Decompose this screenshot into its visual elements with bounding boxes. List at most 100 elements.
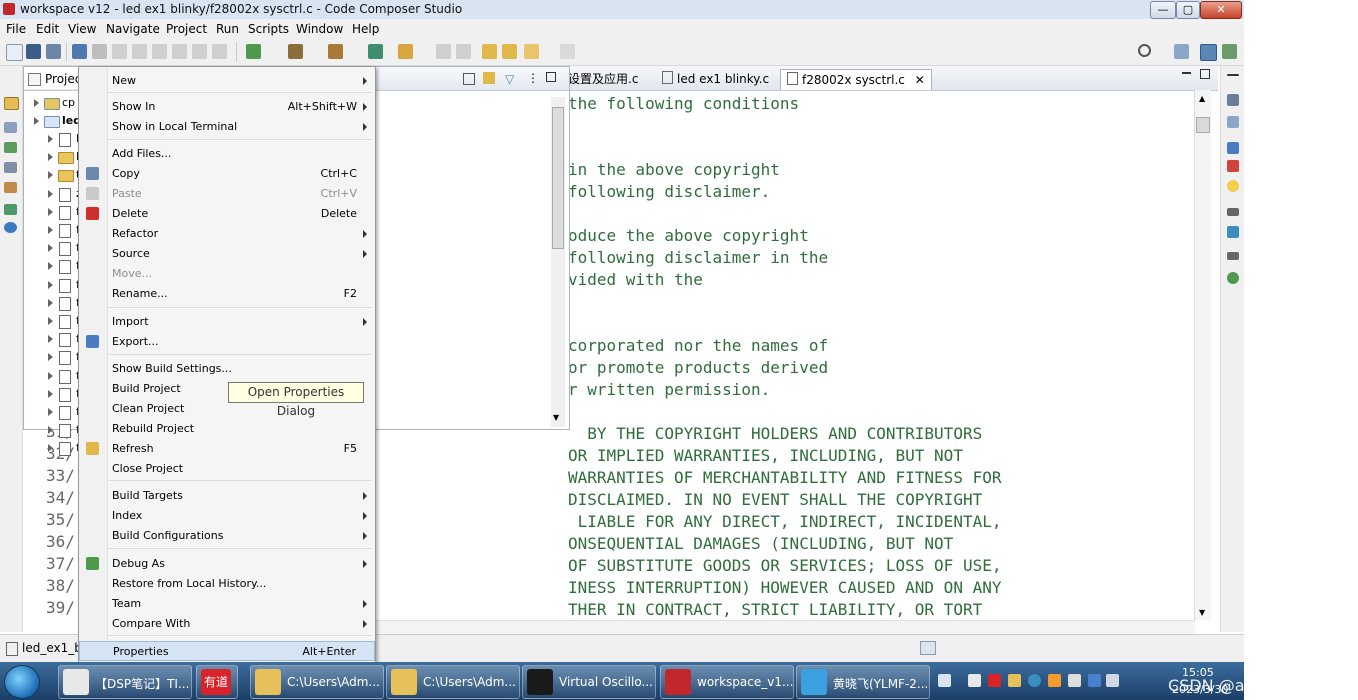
expand-arrow-icon[interactable] [48, 353, 53, 362]
problems-icon[interactable] [4, 162, 17, 173]
menu-navigate[interactable]: Navigate [106, 22, 160, 36]
explorer-scrollbar[interactable]: ▼ [551, 97, 565, 427]
menu-item-show-build-settings[interactable]: Show Build Settings... [79, 359, 375, 379]
menu-view[interactable]: View [68, 22, 96, 36]
prev-annotation-icon[interactable] [482, 44, 497, 59]
toggle-icon[interactable] [436, 44, 451, 59]
menu-item-import[interactable]: Import [79, 312, 375, 332]
suspend-icon[interactable] [132, 44, 147, 59]
memory-view-icon[interactable] [1227, 116, 1239, 128]
menu-item-new[interactable]: New [79, 71, 375, 91]
expand-arrow-icon[interactable] [48, 280, 53, 289]
taskbar-task[interactable]: Virtual Oscillo... [522, 665, 656, 699]
project-explorer-tab[interactable]: Projec [24, 67, 81, 89]
menu-edit[interactable]: Edit [36, 22, 59, 36]
expand-arrow-icon[interactable] [48, 244, 53, 253]
restore-icon-2[interactable] [1227, 252, 1239, 260]
menu-item-index[interactable]: Index [79, 506, 375, 526]
view-menu-icon[interactable]: ⋮ [527, 71, 539, 85]
expand-arrow-icon[interactable] [48, 207, 53, 216]
menu-item-close-project[interactable]: Close Project [79, 459, 375, 479]
menu-scripts[interactable]: Scripts [248, 22, 289, 36]
step-over-icon[interactable] [192, 44, 207, 59]
menu-item-move[interactable]: Move... [79, 264, 375, 284]
scroll-down-icon[interactable]: ▼ [1199, 608, 1205, 617]
expressions-icon[interactable] [1227, 160, 1239, 172]
taskbar-task[interactable]: 有道 [196, 665, 238, 699]
scroll-up-icon[interactable]: ▲ [1199, 94, 1205, 103]
taskbar-task[interactable]: 黄晓飞(YLMF-2... [796, 665, 930, 699]
link-editor-icon[interactable] [483, 72, 495, 84]
antivirus-icon[interactable] [988, 674, 1001, 687]
taskbar-task[interactable]: workspace_v1... [660, 665, 794, 699]
resume-icon[interactable] [112, 44, 127, 59]
expand-arrow-icon[interactable] [48, 262, 53, 271]
search-tray-icon[interactable] [1008, 674, 1021, 687]
volume-icon[interactable] [968, 674, 981, 687]
restore-icon[interactable] [1227, 208, 1239, 216]
minimized-view-icon[interactable] [4, 122, 17, 133]
menu-item-properties[interactable]: Properties Alt+Enter [79, 641, 375, 661]
close-tab-icon[interactable]: ✕ [915, 73, 925, 87]
taskbar-task[interactable]: C:\Users\Adm... [250, 665, 384, 699]
debug-view-icon[interactable] [4, 182, 17, 193]
menu-item-restore-from-local-history[interactable]: Restore from Local History... [79, 574, 375, 594]
code-editor[interactable]: 设置及应用.c led ex1 blinky.c f28002x sysctrl… [568, 66, 1218, 632]
search-refs-icon[interactable] [368, 44, 383, 59]
back-icon[interactable] [524, 44, 539, 59]
registers-icon[interactable] [1227, 142, 1239, 154]
expand-arrow-icon[interactable] [48, 135, 53, 143]
editor-tab-active[interactable]: f28002x sysctrl.c ✕ [780, 69, 932, 90]
expand-arrow-icon[interactable] [48, 371, 53, 380]
next-annotation-icon[interactable] [502, 44, 517, 59]
display-icon[interactable] [1106, 674, 1119, 687]
menu-help[interactable]: Help [352, 22, 379, 36]
editor-horizontal-scrollbar[interactable] [375, 620, 1195, 635]
minimize-right-icon[interactable] [1227, 74, 1239, 76]
network-icon[interactable] [1028, 674, 1041, 687]
maximize-explorer-icon[interactable] [546, 72, 556, 82]
menu-item-team[interactable]: Team [79, 594, 375, 614]
menu-item-compare-with[interactable]: Compare With [79, 614, 375, 634]
menu-item-add-files[interactable]: Add Files... [79, 144, 375, 164]
print-icon[interactable] [72, 44, 87, 59]
start-button[interactable] [4, 665, 40, 699]
expand-arrow-icon[interactable] [48, 408, 53, 416]
scrollbar-thumb[interactable] [1196, 117, 1210, 133]
filter-icon[interactable]: ▽ [505, 72, 514, 86]
explorer-scroll-thumb[interactable] [552, 107, 564, 249]
variables-icon[interactable] [4, 204, 17, 215]
step-return-icon[interactable] [212, 44, 227, 59]
project-explorer-icon[interactable] [4, 97, 19, 110]
minimize-button[interactable]: — [1150, 1, 1176, 19]
step-into-icon[interactable] [172, 44, 187, 59]
flash-icon[interactable] [288, 44, 303, 59]
minimize-editor-icon[interactable] [1182, 72, 1191, 74]
tools-icon[interactable] [398, 44, 413, 59]
build-icon[interactable] [92, 44, 107, 59]
expand-arrow-icon[interactable] [48, 171, 53, 180]
terminate-icon[interactable] [152, 44, 167, 59]
debug-icon[interactable] [246, 44, 261, 59]
expand-arrow-icon[interactable] [34, 117, 39, 125]
lightbulb-icon[interactable] [1227, 180, 1239, 192]
menu-item-export[interactable]: Export... [79, 332, 375, 352]
collapse-all-icon[interactable] [463, 73, 475, 85]
menu-item-rebuild-project[interactable]: Rebuild Project [79, 419, 375, 439]
menu-item-source[interactable]: Source [79, 244, 375, 264]
menu-item-debug-as[interactable]: Debug As [79, 554, 375, 574]
maximize-editor-icon[interactable] [1200, 69, 1210, 79]
save-all-icon[interactable] [46, 44, 61, 59]
power-icon[interactable] [1068, 674, 1081, 687]
menu-run[interactable]: Run [216, 22, 239, 36]
expand-arrow-icon[interactable] [34, 99, 39, 107]
menu-item-show-in[interactable]: Show In Alt+Shift+W [79, 97, 375, 117]
menu-window[interactable]: Window [296, 22, 343, 36]
block-icon[interactable] [456, 44, 471, 59]
expand-arrow-icon[interactable] [48, 189, 53, 198]
menu-item-show-in-local-terminal[interactable]: Show in Local Terminal [79, 117, 375, 137]
menu-item-build-configurations[interactable]: Build Configurations [79, 526, 375, 546]
task-progress-icon[interactable] [920, 641, 936, 655]
new-icon[interactable] [6, 44, 23, 61]
menu-item-copy[interactable]: Copy Ctrl+C [79, 164, 375, 184]
